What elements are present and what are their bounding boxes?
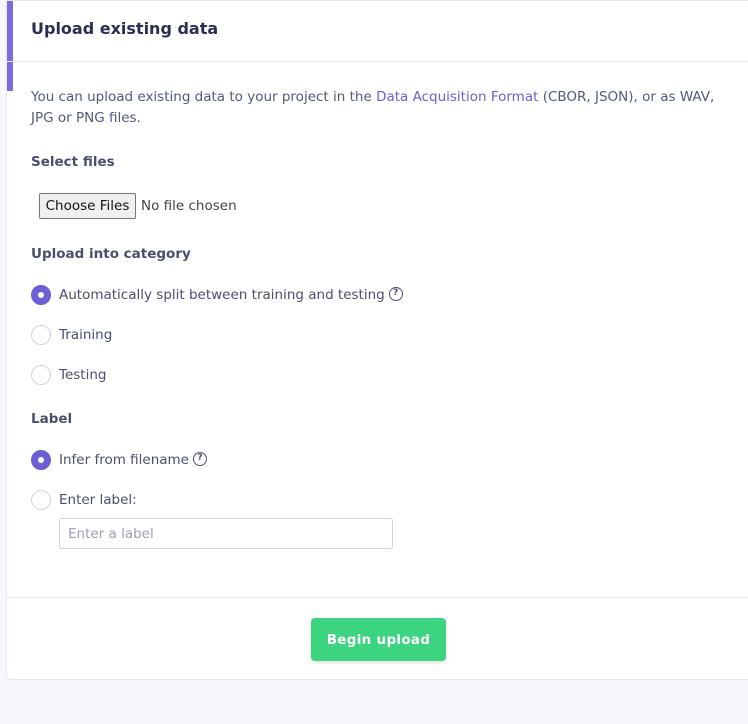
intro-text: You can upload existing data to your pro… (31, 87, 731, 129)
label-section-label: Label (31, 411, 73, 427)
radio-button[interactable] (31, 285, 51, 305)
radio-button[interactable] (31, 365, 51, 385)
data-acquisition-format-link[interactable]: Data Acquisition Format (376, 89, 538, 105)
radio-enter-label[interactable]: Enter label: (31, 490, 137, 510)
radio-label: Infer from filename (59, 452, 189, 468)
category-label: Upload into category (31, 246, 191, 262)
page-title: Upload existing data (31, 19, 219, 38)
upload-card: Upload existing data You can upload exis… (6, 0, 748, 680)
begin-upload-button[interactable]: Begin upload (311, 618, 446, 661)
radio-button[interactable] (31, 325, 51, 345)
select-files-label: Select files (31, 154, 115, 170)
radio-training[interactable]: Training (31, 325, 112, 345)
radio-infer-filename[interactable]: Infer from filename? (31, 450, 207, 470)
radio-label: Automatically split between training and… (59, 287, 385, 303)
radio-label: Testing (59, 367, 107, 383)
radio-auto-split[interactable]: Automatically split between training and… (31, 285, 403, 305)
card-header: Upload existing data (7, 1, 748, 62)
help-icon[interactable]: ? (388, 287, 403, 301)
footer-divider (7, 597, 748, 598)
radio-button[interactable] (31, 490, 51, 510)
label-input[interactable] (59, 518, 393, 549)
radio-label: Training (59, 327, 113, 343)
radio-testing[interactable]: Testing (31, 365, 106, 385)
choose-files-button[interactable]: Choose Files (39, 193, 136, 219)
help-icon[interactable]: ? (193, 452, 207, 466)
file-status: No file chosen (141, 198, 237, 214)
intro-prefix: You can upload existing data to your pro… (31, 89, 377, 105)
radio-button[interactable] (31, 450, 51, 470)
radio-label-wrap: Infer from filename? (59, 452, 207, 468)
radio-label-wrap: Automatically split between training and… (59, 287, 403, 303)
radio-label: Enter label: (59, 492, 137, 508)
